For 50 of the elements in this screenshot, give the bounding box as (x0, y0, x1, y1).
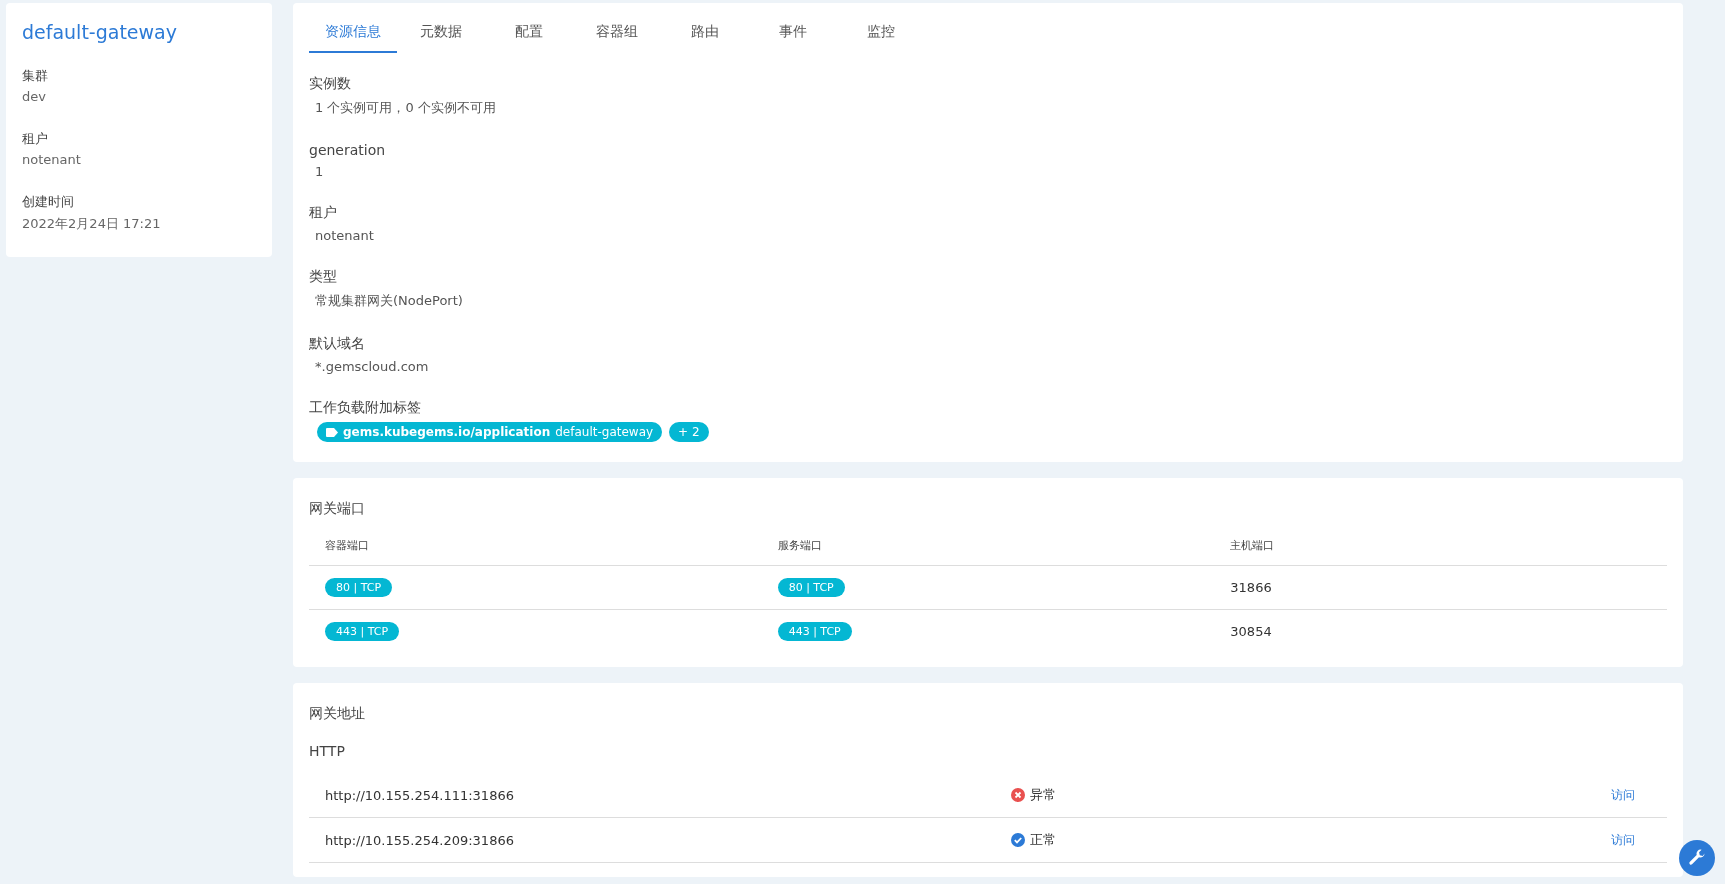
field-label: 租户 (22, 130, 49, 148)
field-label: 默认域名 (309, 335, 366, 353)
visit-link[interactable]: 访问 (1611, 786, 1635, 804)
label-value: default-gateway (555, 425, 654, 439)
field-value: 常规集群网关(NodePort) (315, 292, 464, 310)
port-chip: 443 | TCP (325, 622, 400, 641)
check-icon (1011, 833, 1025, 847)
column-header: 服务端口 (761, 538, 1215, 566)
tag-icon (326, 427, 338, 437)
protocol-label: HTTP (309, 743, 346, 759)
port-chip: 80 | TCP (777, 578, 845, 597)
tab[interactable]: 资源信息 (309, 17, 397, 53)
status-text: 正常 (1030, 831, 1056, 849)
column-header: 主机端口 (1214, 538, 1667, 566)
column-header: 容器端口 (309, 538, 762, 566)
error-icon (1011, 788, 1025, 802)
field-value: notenant (22, 152, 82, 167)
wrench-icon (1687, 848, 1707, 868)
field-value: notenant (315, 228, 375, 243)
field-label: 集群 (22, 67, 49, 85)
section-title: 网关地址 (309, 705, 366, 723)
field-label: 类型 (309, 268, 338, 286)
tab[interactable]: 配置 (485, 17, 573, 53)
field-label: 租户 (309, 204, 338, 222)
visit-link[interactable]: 访问 (1611, 831, 1635, 849)
tab[interactable]: 事件 (749, 17, 837, 53)
host-port: 31866 (1230, 580, 1272, 595)
status-text: 异常 (1030, 786, 1056, 804)
tab[interactable]: 元数据 (397, 17, 485, 53)
field-label: 创建时间 (22, 193, 75, 211)
label-key: gems.kubegems.io/application (343, 425, 551, 439)
field-value: 1 (315, 164, 325, 179)
settings-button[interactable] (1679, 840, 1715, 876)
tab[interactable]: 路由 (661, 17, 749, 53)
field-value: *.gemscloud.com (315, 359, 430, 374)
field-label: generation (309, 142, 387, 158)
field-label: 工作负载附加标签 (309, 399, 422, 417)
field-value: dev (22, 89, 47, 104)
field-value: 1 个实例可用，0 个实例不可用 (315, 99, 497, 117)
tab[interactable]: 监控 (837, 17, 925, 53)
field-label: 实例数 (309, 75, 352, 93)
port-chip: 80 | TCP (325, 578, 393, 597)
resource-title: default-gateway (22, 21, 178, 43)
tab[interactable]: 容器组 (573, 17, 661, 53)
field-value: 2022年2月24日 17:21 (22, 215, 162, 233)
section-title: 网关端口 (309, 500, 366, 518)
port-chip: 443 | TCP (777, 622, 852, 641)
host-port: 30854 (1230, 624, 1272, 639)
address-url: http://10.155.254.209:31866 (325, 832, 515, 848)
address-url: http://10.155.254.111:31866 (325, 787, 515, 803)
